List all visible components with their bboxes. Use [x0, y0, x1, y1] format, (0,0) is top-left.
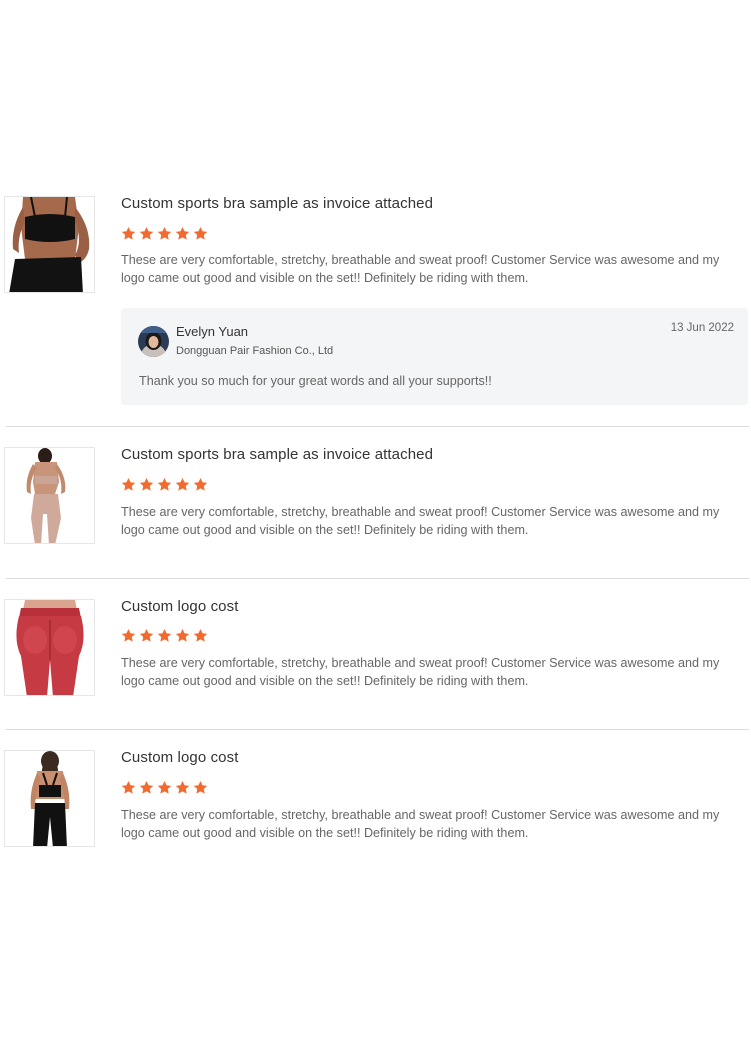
- review-text: These are very comfortable, stretchy, br…: [121, 808, 720, 840]
- star-icon: [193, 477, 208, 491]
- supplier-reply: Evelyn Yuan Dongguan Pair Fashion Co., L…: [121, 308, 748, 405]
- reply-company-name: Dongguan Pair Fashion Co., Ltd: [176, 345, 334, 357]
- red-leggings-photo[interactable]: [4, 599, 95, 696]
- star-icon: [193, 226, 208, 240]
- star-icon: [175, 780, 190, 794]
- star-icon: [175, 477, 190, 491]
- black-back-view-set-photo[interactable]: [4, 750, 95, 847]
- review-title: Custom sports bra sample as invoice atta…: [121, 195, 434, 212]
- star-icon: [139, 477, 154, 491]
- review-divider: [6, 729, 749, 730]
- black-sports-bra-set-photo[interactable]: [4, 196, 95, 293]
- star-rating: [121, 780, 208, 795]
- star-icon: [157, 477, 172, 491]
- star-icon: [175, 628, 190, 642]
- supplier-avatar: [138, 326, 169, 357]
- review-text: These are very comfortable, stretchy, br…: [121, 505, 720, 537]
- beige-sports-bra-set-photo[interactable]: [4, 447, 95, 544]
- star-icon: [157, 628, 172, 642]
- star-rating: [121, 628, 208, 643]
- review-title: Custom logo cost: [121, 598, 239, 615]
- review-text: These are very comfortable, stretchy, br…: [121, 656, 720, 688]
- star-icon: [121, 477, 136, 491]
- star-icon: [139, 780, 154, 794]
- star-icon: [121, 628, 136, 642]
- star-icon: [139, 226, 154, 240]
- reply-date: 13 Jun 2022: [670, 322, 734, 334]
- star-icon: [193, 628, 208, 642]
- star-icon: [193, 780, 208, 794]
- star-rating: [121, 226, 208, 241]
- star-icon: [121, 226, 136, 240]
- star-rating: [121, 477, 208, 492]
- review-text: These are very comfortable, stretchy, br…: [121, 253, 720, 285]
- review-title: Custom logo cost: [121, 749, 239, 766]
- review-divider: [6, 578, 749, 579]
- star-icon: [157, 780, 172, 794]
- star-icon: [139, 628, 154, 642]
- reply-author-name: Evelyn Yuan: [176, 324, 249, 339]
- star-icon: [157, 226, 172, 240]
- reply-text: Thank you so much for your great words a…: [139, 374, 492, 388]
- star-icon: [121, 780, 136, 794]
- star-icon: [175, 226, 190, 240]
- review-title: Custom sports bra sample as invoice atta…: [121, 446, 434, 463]
- review-divider: [6, 426, 749, 427]
